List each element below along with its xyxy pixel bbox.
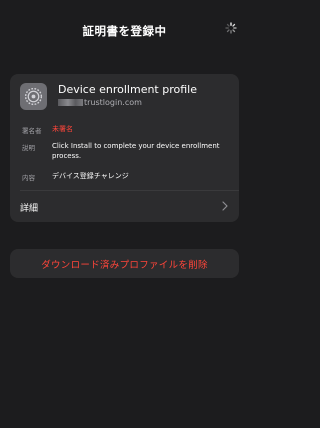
description-label: 説明	[22, 144, 35, 152]
profile-domain: trustlogin.com	[58, 98, 142, 107]
enrollment-sheet: 証明書を登録中 Device enrollment profile trustl…	[0, 0, 249, 428]
chevron-right-icon[interactable]	[221, 201, 229, 211]
signer-value: 未署名	[52, 125, 73, 133]
more-details-row[interactable]: 詳細	[20, 201, 38, 214]
activity-spinner-icon	[225, 22, 237, 34]
contents-value: デバイス登録チャレンジ	[52, 172, 129, 180]
contents-label: 内容	[22, 174, 35, 182]
redacted-text	[58, 99, 83, 106]
page-title: 証明書を登録中	[82, 24, 167, 38]
signer-label: 署名者	[22, 127, 42, 135]
description-value: Click Install to complete your device en…	[52, 142, 220, 160]
divider	[20, 190, 239, 191]
gear-icon	[20, 83, 47, 110]
profile-name: Device enrollment profile	[58, 83, 197, 96]
profile-domain-suffix: trustlogin.com	[84, 98, 142, 107]
delete-profile-button[interactable]: ダウンロード済みプロファイルを削除	[10, 249, 239, 278]
profile-card: Device enrollment profile trustlogin.com…	[10, 74, 239, 222]
